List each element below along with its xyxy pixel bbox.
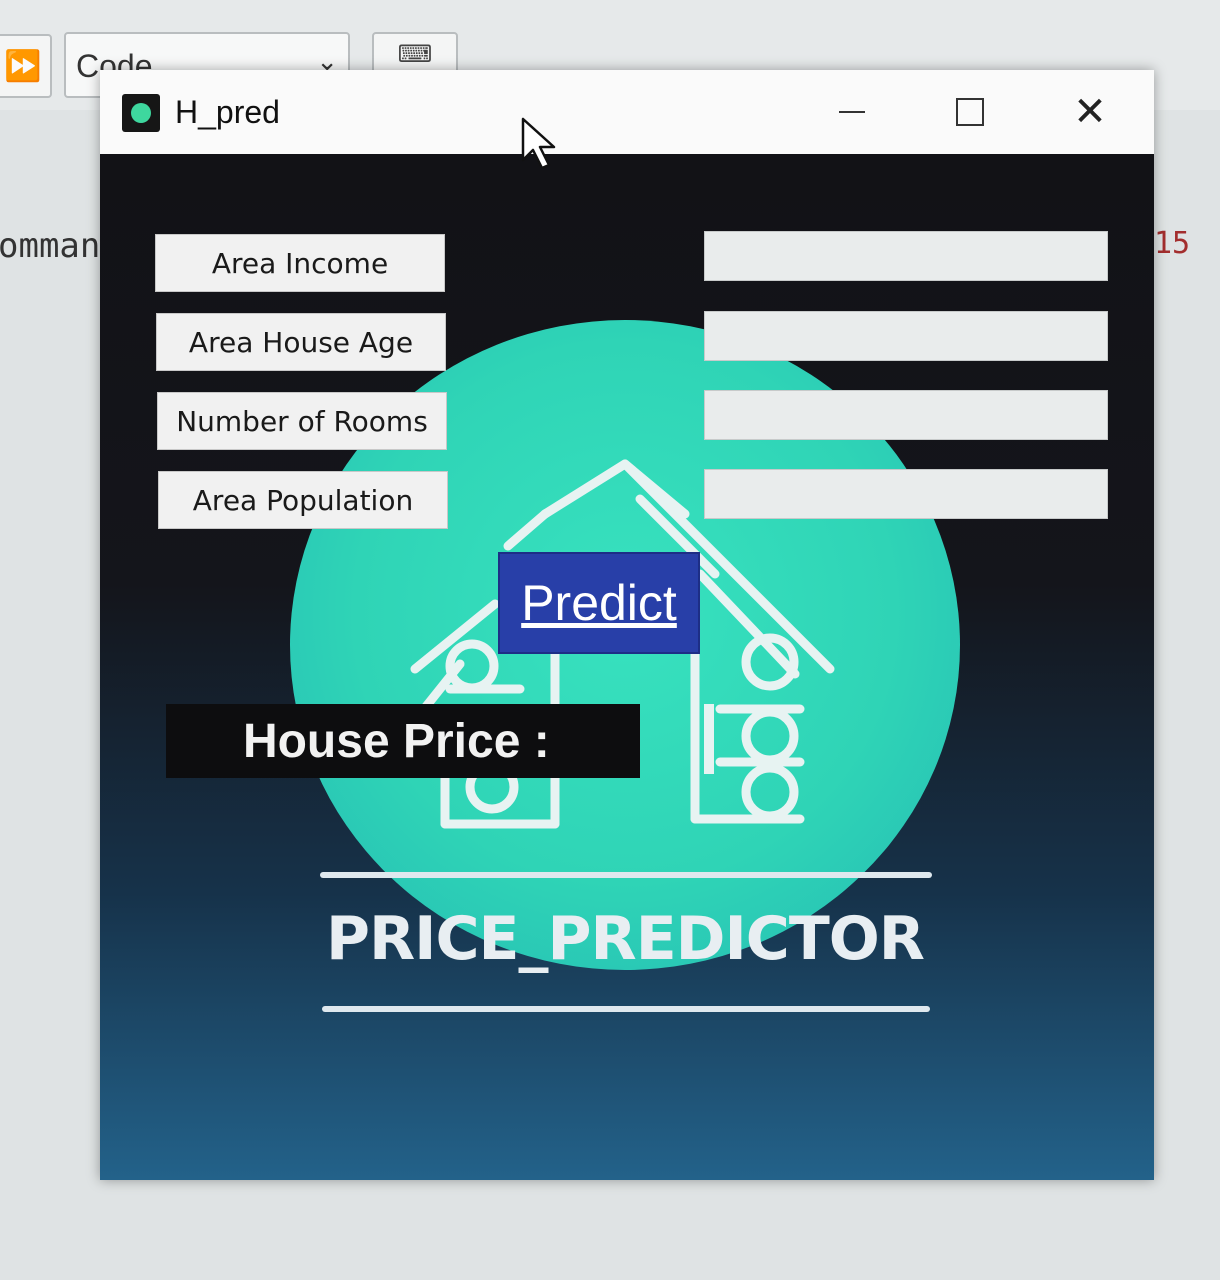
label-number-of-rooms: Number of Rooms <box>157 392 447 450</box>
label-area-income: Area Income <box>155 234 445 292</box>
app-canvas: Area Income Area House Age Number of Roo… <box>100 154 1154 1180</box>
label-area-population: Area Population <box>158 471 448 529</box>
close-button[interactable]: ✕ <box>1060 84 1120 140</box>
brand-divider-bottom <box>322 1006 930 1012</box>
fast-forward-icon: ⏩ <box>4 48 42 84</box>
mouse-pointer-icon <box>521 117 556 170</box>
code-text-left: omman <box>0 226 101 266</box>
label-area-house-age: Area House Age <box>156 313 446 371</box>
maximize-icon <box>956 98 984 126</box>
minimize-button[interactable] <box>822 84 882 140</box>
run-all-button[interactable]: ⏩ <box>0 34 52 98</box>
app-window: H_pred ✕ Area Income Area House Age Numb… <box>100 70 1154 1180</box>
house-logo-icon <box>410 459 835 829</box>
area-house-age-input[interactable] <box>704 311 1108 361</box>
title-bar[interactable]: H_pred ✕ <box>100 70 1154 155</box>
maximize-button[interactable] <box>940 84 1000 140</box>
app-icon <box>122 94 160 132</box>
area-income-input[interactable] <box>704 231 1108 281</box>
area-population-input[interactable] <box>704 469 1108 519</box>
number-of-rooms-input[interactable] <box>704 390 1108 440</box>
predict-button[interactable]: Predict <box>498 552 700 654</box>
window-title: H_pred <box>175 94 280 130</box>
keyboard-icon: ⌨ <box>397 40 433 68</box>
house-price-label: House Price : <box>166 704 640 778</box>
brand-divider-top <box>320 872 932 878</box>
close-icon: ✕ <box>1073 89 1107 135</box>
code-text-right: 15 <box>1154 226 1191 261</box>
brand-title: PRICE_PREDICTOR <box>326 904 925 974</box>
minimize-icon <box>839 111 865 113</box>
